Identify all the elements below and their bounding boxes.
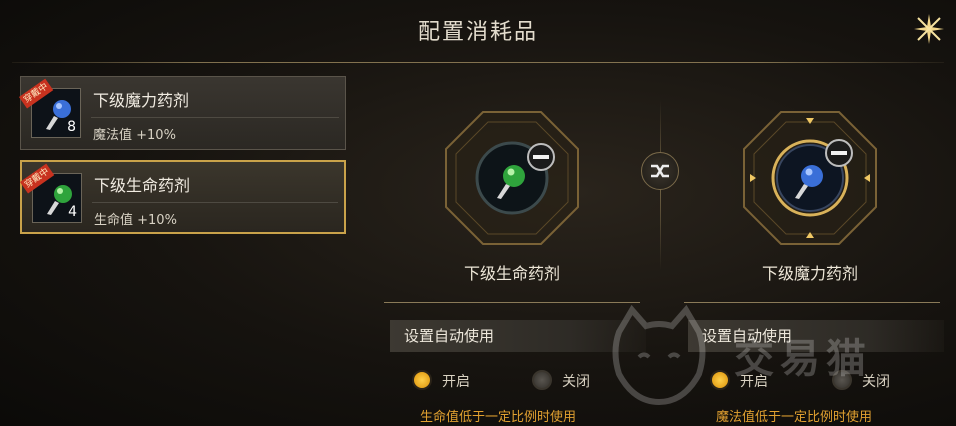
auto-use-heading: 设置自动使用: [688, 320, 944, 352]
panel-divider-left: [384, 302, 640, 303]
inventory-item-health[interactable]: 4 穿戴中 下级生命药剂 生命值 +10%: [20, 160, 346, 234]
radio-off-dot: [532, 370, 552, 390]
radio-on-label: 开启: [740, 374, 768, 390]
item-count: 4: [68, 204, 77, 220]
radio-on-label: 开启: [442, 374, 470, 390]
radio-on-dot: [710, 370, 730, 390]
item-count: 8: [67, 119, 76, 135]
close-button[interactable]: [912, 12, 946, 46]
header-divider: [12, 62, 944, 63]
inventory-item-mana[interactable]: 8 穿戴中 下级魔力药剂 魔法值 +10%: [19, 76, 346, 150]
radio-off-label: 关闭: [562, 374, 590, 390]
auto-use-heading: 设置自动使用: [390, 320, 646, 352]
swap-icon: [651, 164, 669, 178]
item-separator: [91, 117, 339, 118]
consumable-slot-2[interactable]: [740, 108, 880, 248]
slot-1-label: 下级生命药剂: [463, 264, 560, 283]
consumable-slot-1[interactable]: [442, 108, 582, 248]
minus-icon[interactable]: [824, 138, 854, 168]
item-effect: 生命值 +10%: [94, 213, 177, 228]
swap-button[interactable]: [641, 152, 679, 190]
item-separator: [92, 202, 338, 203]
watermark: 交易猫: [604, 302, 934, 412]
radio-off-dot: [832, 370, 852, 390]
minus-icon[interactable]: [526, 142, 556, 172]
octagon-frame-icon: [445, 111, 579, 245]
cat-logo-icon: [612, 304, 706, 406]
radio-off-label: 关闭: [862, 374, 890, 390]
auto-use-hint: 魔法值低于一定比例时使用: [716, 410, 873, 425]
slot-2-label: 下级魔力药剂: [761, 264, 858, 283]
auto-use-hint: 生命值低于一定比例时使用: [420, 410, 577, 425]
item-effect: 魔法值 +10%: [93, 128, 176, 143]
octagon-frame-icon: [743, 111, 877, 245]
dialog-title: 配置消耗品: [417, 20, 538, 45]
close-star-icon: [914, 14, 944, 44]
radio-on-dot: [412, 370, 432, 390]
panel-divider-right: [684, 302, 940, 303]
item-name: 下级魔力药剂: [93, 91, 190, 110]
item-name: 下级生命药剂: [94, 176, 191, 195]
